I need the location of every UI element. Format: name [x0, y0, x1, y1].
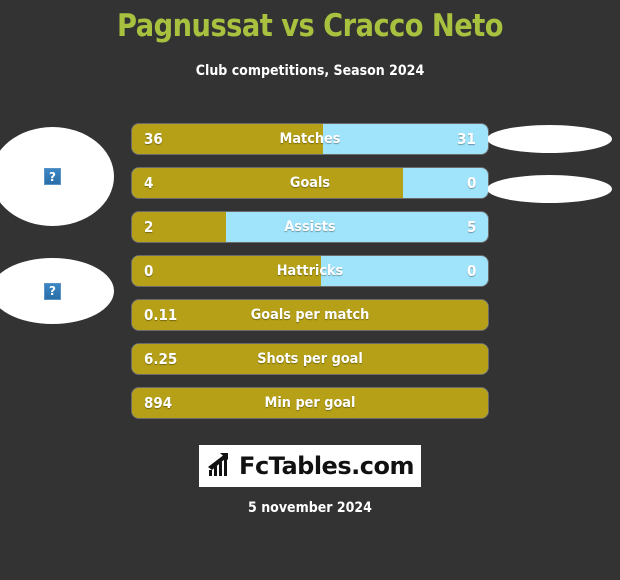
stat-label: Goals	[289, 175, 331, 191]
stat-row: 36 Matches 31	[132, 124, 488, 154]
report-date: 5 november 2024	[248, 500, 372, 516]
stat-row: 0 Hattricks 0	[132, 256, 488, 286]
fctables-logo[interactable]: FcTables.com	[199, 445, 421, 487]
logo-text: FcTables.com	[239, 452, 414, 480]
stat-comparison-card: Pagnussat vs Cracco Neto Club competitio…	[0, 0, 620, 580]
away-stat-value: 0	[466, 262, 476, 280]
stat-row: 6.25 Shots per goal	[132, 344, 488, 374]
broken-image-icon: ?	[44, 282, 61, 300]
home-club-logo: ?	[0, 258, 114, 324]
stat-row: 2 Assists 5	[132, 212, 488, 242]
stat-label: Min per goal	[264, 395, 356, 411]
stat-label: Goals per match	[250, 307, 370, 323]
stat-row: 4 Goals 0	[132, 168, 488, 198]
away-stat-value: 31	[457, 130, 476, 148]
stat-row: 894 Min per goal	[132, 388, 488, 418]
away-stat-value: 5	[466, 218, 476, 236]
page-subtitle: Club competitions, Season 2024	[195, 63, 425, 79]
stat-bars: 36 Matches 31 4 Goals 0 2 Assists 5 0 Hattricks 0 0.…	[132, 124, 488, 432]
away-stat-value: 0	[466, 174, 476, 192]
broken-image-icon: ?	[44, 168, 61, 185]
away-player-photo	[487, 125, 612, 153]
away-club-logo	[487, 175, 612, 203]
stat-label: Shots per goal	[257, 351, 363, 367]
home-player-photo: ?	[0, 127, 114, 226]
page-title: Pagnussat vs Cracco Neto	[117, 8, 503, 44]
stat-label: Hattricks	[276, 263, 344, 279]
stat-label: Matches	[279, 131, 341, 147]
stat-row: 0.11 Goals per match	[132, 300, 488, 330]
stat-label: Assists	[284, 219, 336, 235]
bar-chart-arrow-icon	[208, 453, 229, 476]
